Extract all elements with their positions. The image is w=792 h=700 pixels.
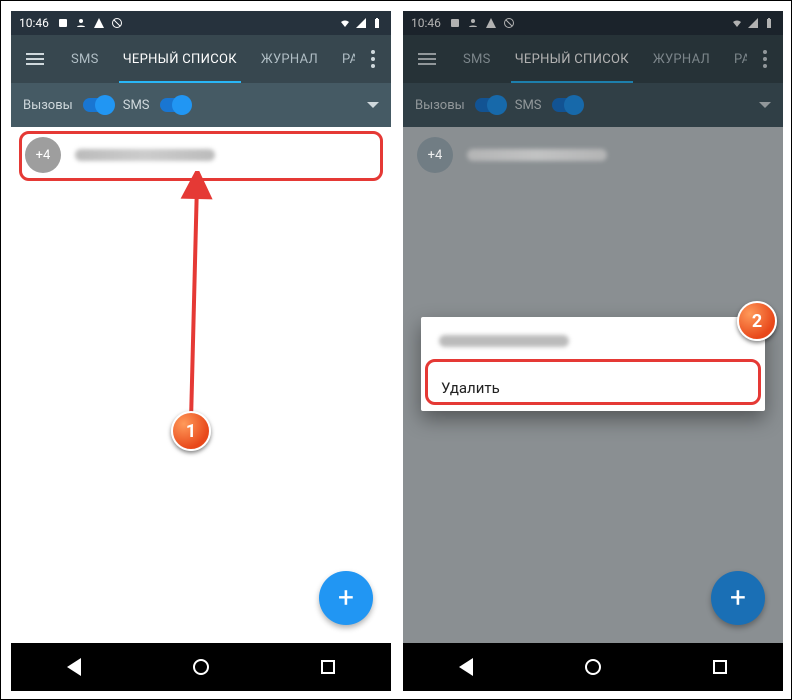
status-bar: 10:46 <box>11 11 391 35</box>
blacklist-content-dimmed: +4 + Удалить <box>403 127 783 643</box>
toggle-sms[interactable] <box>552 98 582 112</box>
annotation-marker-1: 1 <box>171 411 211 451</box>
menu-button[interactable] <box>11 35 59 83</box>
chevron-down-icon[interactable] <box>367 102 379 108</box>
filter-bar: Вызовы SMS <box>11 83 391 127</box>
nav-home-icon[interactable] <box>585 659 601 675</box>
plus-icon: + <box>338 584 354 612</box>
status-bar: 10:46 <box>403 11 783 35</box>
tab-sms[interactable]: SMS <box>59 35 111 83</box>
tab-sms[interactable]: SMS <box>451 35 503 83</box>
annotation-marker-2: 2 <box>737 301 777 341</box>
phone-screenshot-step2: 10:46 SMS ЧЕРНЫЙ СПИСОК ЖУРНАЛ РА Вызовы <box>403 11 783 691</box>
wifi-icon <box>731 17 743 29</box>
toggle-sms[interactable] <box>160 98 190 112</box>
warning-icon <box>485 17 497 29</box>
android-nav-bar <box>403 643 783 691</box>
chevron-down-icon[interactable] <box>759 102 771 108</box>
android-nav-bar <box>11 643 391 691</box>
menu-button[interactable] <box>403 35 451 83</box>
status-icons-right <box>339 17 383 29</box>
toggle-calls[interactable] <box>475 98 505 112</box>
plus-icon: + <box>730 584 746 612</box>
toggle-calls[interactable] <box>83 98 113 112</box>
tab-blacklist[interactable]: ЧЕРНЫЙ СПИСОК <box>111 35 249 83</box>
nav-back-icon[interactable] <box>459 658 473 676</box>
top-app-bar: SMS ЧЕРНЫЙ СПИСОК ЖУРНАЛ РА <box>11 35 391 83</box>
battery-icon <box>763 17 775 29</box>
top-app-bar: SMS ЧЕРНЫЙ СПИСОК ЖУРНАЛ РА <box>403 35 783 83</box>
block-icon <box>111 17 123 29</box>
avatar-badge: +4 <box>417 137 453 173</box>
overflow-menu-button[interactable] <box>747 35 783 83</box>
overflow-menu-button[interactable] <box>355 35 391 83</box>
warning-icon <box>93 17 105 29</box>
avatar-badge: +4 <box>25 137 61 173</box>
notif-icon <box>449 17 461 29</box>
hamburger-icon <box>26 53 44 65</box>
blacklist-entry[interactable]: +4 <box>11 127 391 183</box>
fab-add[interactable]: + <box>319 571 373 625</box>
tab-partial[interactable]: РА <box>330 35 355 83</box>
more-vert-icon <box>371 50 375 68</box>
person-icon <box>75 17 87 29</box>
blurred-phone-number <box>467 149 607 161</box>
context-menu-dialog: Удалить <box>421 317 765 411</box>
phone-screenshot-step1: 10:46 SMS ЧЕРНЫЙ СПИСОК ЖУРНАЛ РА Вызовы <box>11 11 391 691</box>
battery-icon <box>371 17 383 29</box>
hamburger-icon <box>418 53 436 65</box>
tab-blacklist[interactable]: ЧЕРНЫЙ СПИСОК <box>503 35 641 83</box>
signal-icon <box>747 17 759 29</box>
blacklist-content: +4 + <box>11 127 391 643</box>
blurred-phone-number <box>75 149 215 161</box>
tab-journal[interactable]: ЖУРНАЛ <box>249 35 330 83</box>
nav-back-icon[interactable] <box>67 658 81 676</box>
status-icons-left <box>449 17 515 29</box>
filter-bar: Вызовы SMS <box>403 83 783 127</box>
menu-item-delete[interactable]: Удалить <box>439 365 747 411</box>
status-icons-right <box>731 17 775 29</box>
tab-journal[interactable]: ЖУРНАЛ <box>641 35 722 83</box>
blacklist-entry: +4 <box>403 127 783 183</box>
filter-sms-label: SMS <box>123 98 150 113</box>
tab-partial[interactable]: РА <box>722 35 747 83</box>
filter-sms-label: SMS <box>515 98 542 113</box>
tabs: SMS ЧЕРНЫЙ СПИСОК ЖУРНАЛ РА <box>451 35 747 83</box>
notif-icon <box>57 17 69 29</box>
person-icon <box>467 17 479 29</box>
fab-add[interactable]: + <box>711 571 765 625</box>
filter-calls-label: Вызовы <box>415 98 465 113</box>
nav-recents-icon[interactable] <box>713 660 727 674</box>
tabs: SMS ЧЕРНЫЙ СПИСОК ЖУРНАЛ РА <box>59 35 355 83</box>
wifi-icon <box>339 17 351 29</box>
signal-icon <box>355 17 367 29</box>
dialog-title-blurred <box>439 335 569 347</box>
status-icons-left <box>57 17 123 29</box>
filter-calls-label: Вызовы <box>23 98 73 113</box>
nav-recents-icon[interactable] <box>321 660 335 674</box>
block-icon <box>503 17 515 29</box>
nav-home-icon[interactable] <box>193 659 209 675</box>
status-time: 10:46 <box>19 16 49 30</box>
more-vert-icon <box>763 50 767 68</box>
status-time: 10:46 <box>411 16 441 30</box>
